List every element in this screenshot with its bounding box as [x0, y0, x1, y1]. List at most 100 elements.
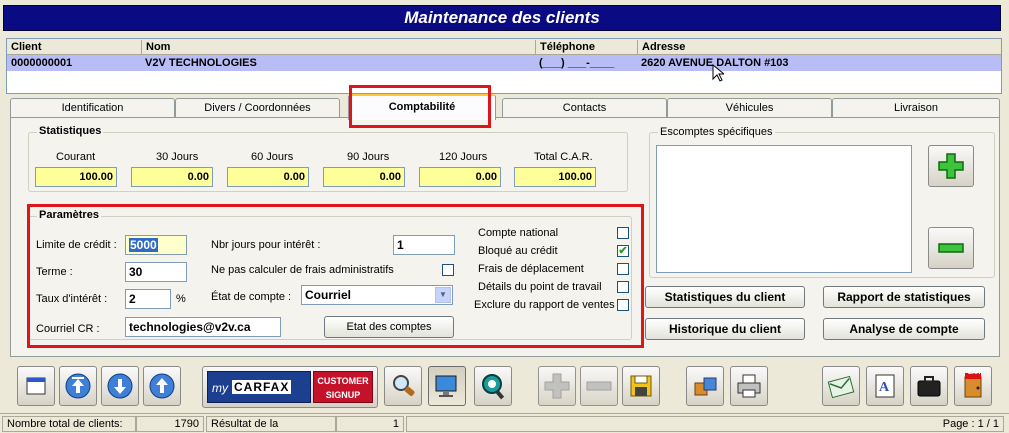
exclure-rapport-checkbox[interactable] [617, 299, 629, 311]
carfax-signup-badge: CUSTOMER SIGNUP [313, 371, 373, 403]
client-grid[interactable]: Client Nom Téléphone Adresse 0000000001 … [6, 38, 1002, 94]
minus-disabled-icon [586, 381, 612, 391]
magnifier-icon [393, 375, 415, 396]
floppy-icon [630, 375, 652, 397]
carfax-signup-button[interactable]: my CARFAX CUSTOMER SIGNUP [202, 366, 378, 408]
bloque-credit-label: Bloqué au crédit [478, 245, 558, 257]
escomptes-list[interactable] [656, 145, 912, 273]
statistiques-client-button[interactable]: Statistiques du client [645, 286, 805, 308]
terme-label: Terme : [36, 266, 73, 278]
tab-comptabilite[interactable]: Comptabilité [348, 94, 496, 120]
stat-value-90: 0.00 [323, 167, 405, 187]
parametres-group: Paramètres Limite de crédit : 5000 Terme… [28, 209, 632, 340]
status-total-value: 1790 [136, 416, 204, 432]
stat-value-courant: 100.00 [35, 167, 117, 187]
frais-checkbox[interactable] [442, 264, 454, 276]
carfax-logo: my CARFAX [207, 371, 311, 403]
chevron-down-icon[interactable]: ▼ [435, 287, 451, 303]
details-point-label: Détails du point de travail [478, 281, 602, 293]
header-telephone[interactable]: Téléphone [535, 40, 595, 54]
exit-label: EXIT [968, 370, 982, 376]
stat-label-courant: Courant [56, 151, 96, 163]
nbjours-input[interactable]: 1 [393, 235, 455, 255]
details-point-checkbox[interactable] [617, 281, 629, 293]
minus-icon [938, 243, 964, 253]
save-button[interactable] [622, 366, 660, 406]
tab-vehicules[interactable]: Véhicules [667, 98, 832, 118]
boxes-button[interactable] [686, 366, 724, 406]
zoom-icon [482, 374, 505, 400]
mouse-cursor-icon [712, 64, 724, 82]
previous-record-button[interactable] [143, 366, 181, 406]
cell-nom: V2V TECHNOLOGIES [145, 57, 257, 69]
bloque-credit-checkbox[interactable]: ✔ [617, 245, 629, 257]
rapport-statistiques-button[interactable]: Rapport de statistiques [823, 286, 985, 308]
stat-value-30: 0.00 [131, 167, 213, 187]
parametres-title: Paramètres [37, 209, 101, 221]
table-row[interactable]: 0000000001 V2V TECHNOLOGIES (___) ___-__… [7, 55, 1001, 71]
frais-label: Ne pas calculer de frais administratifs [211, 264, 394, 276]
tab-contacts[interactable]: Contacts [502, 98, 667, 118]
mail-button[interactable] [822, 366, 860, 406]
taux-label: Taux d'intérêt : [36, 293, 108, 305]
arrow-up-first-icon [65, 373, 91, 399]
exclure-rapport-label: Exclure du rapport de ventes [474, 299, 615, 311]
etat-comptes-button[interactable]: Etat des comptes [324, 316, 454, 338]
delete-record-button[interactable] [580, 366, 618, 406]
cell-telephone: (___) ___-____ [539, 57, 615, 69]
monitor-icon [435, 375, 457, 397]
stat-label-90: 90 Jours [347, 151, 390, 163]
header-adresse[interactable]: Adresse [637, 40, 685, 54]
courriel-input[interactable]: technologies@v2v.ca [125, 317, 281, 337]
next-record-button[interactable] [101, 366, 139, 406]
tab-divers[interactable]: Divers / Coordonnées [175, 98, 340, 118]
etat-select[interactable]: Courriel ▼ [301, 285, 453, 305]
boxes-icon [694, 377, 717, 396]
escomptes-group: Escomptes spécifiques [649, 126, 995, 278]
add-record-button[interactable] [538, 366, 576, 406]
statistiques-group: Statistiques Courant 30 Jours 60 Jours 9… [28, 125, 628, 192]
etat-label: État de compte : [211, 291, 292, 303]
arrow-up-icon [149, 373, 175, 399]
report-button[interactable]: A [866, 366, 904, 406]
search-button[interactable] [384, 366, 422, 406]
plus-icon [938, 153, 964, 179]
limite-input[interactable]: 5000 [125, 235, 187, 255]
status-total-label: Nombre total de clients: [2, 416, 136, 432]
terme-input[interactable]: 30 [125, 262, 187, 282]
remove-escompte-button[interactable] [928, 227, 974, 269]
first-record-button[interactable] [59, 366, 97, 406]
status-result-label: Résultat de la recherche: [206, 416, 336, 433]
stat-value-60: 0.00 [227, 167, 309, 187]
status-result-value: 1 [336, 416, 404, 432]
plus-disabled-icon [544, 373, 570, 399]
zoom-button[interactable] [474, 366, 512, 406]
window-icon [26, 377, 46, 395]
analyse-compte-button[interactable]: Analyse de compte [823, 318, 985, 340]
historique-client-button[interactable]: Historique du client [645, 318, 805, 340]
print-button[interactable] [730, 366, 768, 406]
window-button[interactable] [17, 366, 55, 406]
tab-identification[interactable]: Identification [10, 98, 175, 118]
briefcase-icon [917, 376, 941, 397]
taux-input[interactable]: 2 [125, 289, 171, 309]
frais-deplacement-checkbox[interactable] [617, 263, 629, 275]
header-nom[interactable]: Nom [141, 40, 170, 54]
nbjours-label: Nbr jours pour intérêt : [211, 239, 321, 251]
briefcase-button[interactable] [910, 366, 948, 406]
stat-value-total: 100.00 [514, 167, 596, 187]
status-bar: Nombre total de clients: 1790 Résultat d… [0, 413, 1009, 433]
tab-livraison[interactable]: Livraison [832, 98, 1000, 118]
status-page: Page : 1 / 1 [406, 416, 1004, 432]
stat-label-30: 30 Jours [156, 151, 199, 163]
header-client[interactable]: Client [7, 40, 42, 54]
add-escompte-button[interactable] [928, 145, 974, 187]
limite-label: Limite de crédit : [36, 239, 117, 251]
exit-button[interactable]: EXIT [954, 366, 992, 406]
compte-national-checkbox[interactable] [617, 227, 629, 239]
courriel-label: Courriel CR : [36, 323, 100, 335]
list-view-button[interactable] [428, 366, 466, 406]
window-title: Maintenance des clients [3, 5, 1001, 31]
escomptes-title: Escomptes spécifiques [658, 126, 775, 138]
grid-header: Client Nom Téléphone Adresse [7, 39, 1001, 55]
